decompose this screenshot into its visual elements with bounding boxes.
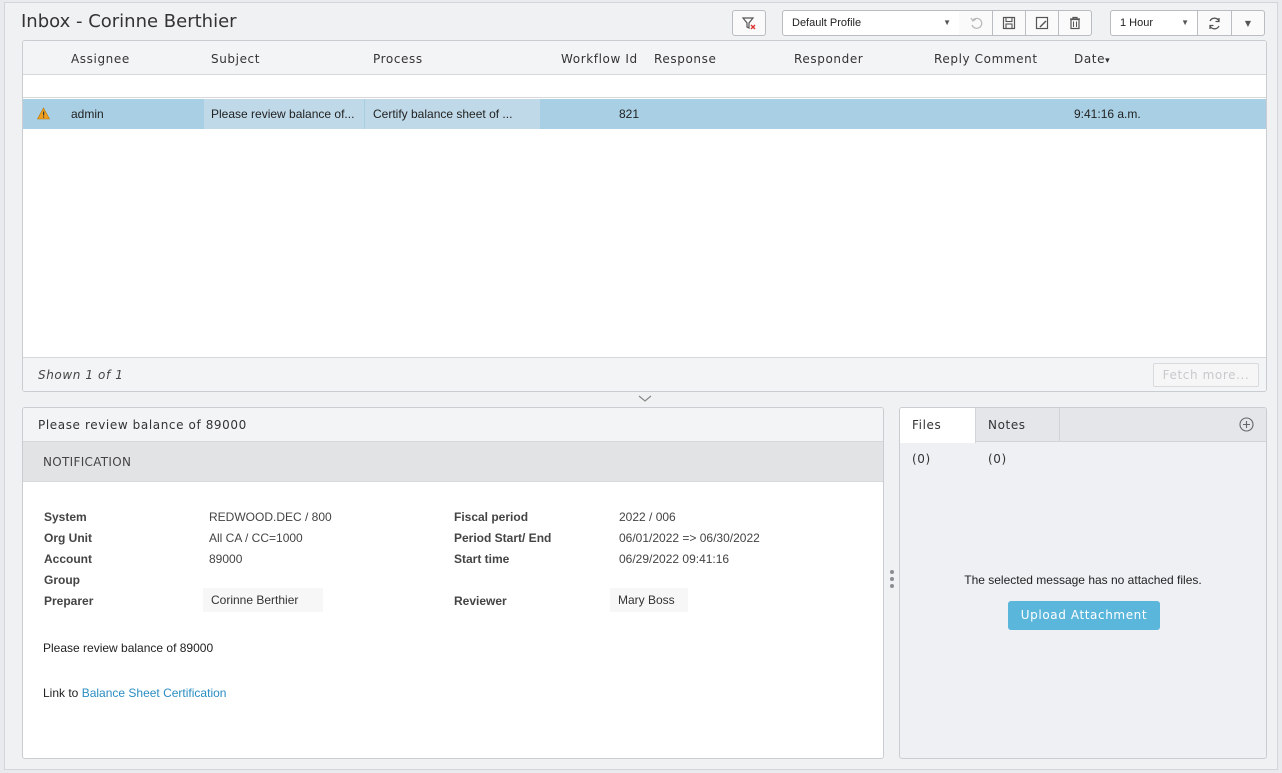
- refresh-button[interactable]: [1197, 10, 1232, 36]
- column-header-process[interactable]: Process: [373, 52, 423, 66]
- fetch-more-button[interactable]: Fetch more...: [1153, 363, 1259, 387]
- cell-subject: Please review balance of...: [204, 99, 364, 129]
- table-row[interactable]: admin Please review balance of... Certif…: [23, 99, 1266, 129]
- message-detail-panel: Please review balance of 89000 NOTIFICAT…: [22, 407, 884, 759]
- reviewer-chip: Mary Boss: [610, 588, 688, 612]
- tab-files[interactable]: Files (0): [900, 408, 976, 466]
- message-body: Please review balance of 89000: [43, 641, 214, 655]
- field-value-fiscal-period: 2022 / 006: [619, 510, 676, 524]
- grid-filter-row[interactable]: [23, 75, 1266, 98]
- field-label-start-time: Start time: [454, 552, 510, 566]
- save-button[interactable]: [992, 10, 1026, 36]
- warning-icon: [37, 99, 51, 129]
- trash-icon: [1070, 16, 1080, 30]
- column-header-reply-comment[interactable]: Reply Comment: [934, 52, 1038, 66]
- save-as-button[interactable]: [1025, 10, 1059, 36]
- field-value-period-start-end: 06/01/2022 => 06/30/2022: [619, 531, 760, 545]
- tab-notes[interactable]: Notes (0): [976, 408, 1060, 466]
- field-label-account: Account: [44, 552, 92, 566]
- save-as-icon: [1035, 16, 1049, 30]
- field-value-account: 89000: [209, 552, 243, 566]
- field-value-start-time: 06/29/2022 09:41:16: [619, 552, 730, 566]
- interval-select-value: 1 Hour: [1120, 17, 1154, 29]
- field-value-system: REDWOOD.DEC / 800: [209, 510, 332, 524]
- upload-attachment-button[interactable]: Upload Attachment: [1008, 601, 1160, 630]
- grid-header: Assignee Subject Process Workflow Id Res…: [23, 41, 1266, 75]
- clear-filter-button[interactable]: [732, 10, 766, 36]
- field-label-reviewer: Reviewer: [454, 594, 507, 608]
- vertical-splitter-grip[interactable]: [890, 570, 896, 591]
- field-label-group: Group: [44, 573, 80, 587]
- column-header-response[interactable]: Response: [654, 52, 716, 66]
- message-link-line: Link to Balance Sheet Certification: [43, 686, 226, 700]
- cell-date: 9:41:16 a.m.: [1074, 107, 1141, 121]
- grid-footer: Shown 1 of 1 Fetch more...: [23, 357, 1266, 391]
- profile-select[interactable]: Default Profile ▼: [782, 10, 960, 36]
- preparer-chip: Corinne Berthier: [203, 588, 323, 612]
- cell-assignee: admin: [71, 107, 104, 121]
- panel-splitter-toggle[interactable]: [637, 393, 653, 407]
- files-notes-panel: Files (0) Notes (0) The selected message…: [899, 407, 1267, 759]
- cell-response: [654, 99, 784, 129]
- field-label-preparer: Preparer: [44, 594, 94, 608]
- add-icon[interactable]: [1239, 417, 1254, 435]
- refresh-icon: [1209, 17, 1220, 29]
- field-value-org-unit: All CA / CC=1000: [209, 531, 303, 545]
- shown-count: Shown 1 of 1: [38, 368, 124, 382]
- interval-select[interactable]: 1 Hour ▼: [1110, 10, 1198, 36]
- chevron-down-icon: [638, 395, 652, 402]
- column-header-subject[interactable]: Subject: [211, 52, 260, 66]
- cell-reply-comment: [934, 99, 1064, 129]
- field-label-org-unit: Org Unit: [44, 531, 92, 545]
- column-header-date[interactable]: Date▾: [1074, 52, 1110, 66]
- save-icon: [1002, 16, 1016, 30]
- field-label-system: System: [44, 510, 87, 524]
- field-label-period-start-end: Period Start/ End: [454, 531, 552, 545]
- chevron-down-icon: ▼: [943, 18, 951, 27]
- column-header-workflow-id[interactable]: Workflow Id: [561, 52, 638, 66]
- column-header-assignee[interactable]: Assignee: [71, 52, 130, 66]
- message-subject-header: Please review balance of 89000: [23, 408, 883, 442]
- chevron-down-icon: ▼: [1244, 18, 1252, 28]
- clear-filter-icon: [741, 17, 756, 30]
- cell-responder: [794, 99, 924, 129]
- undo-button[interactable]: [959, 10, 993, 36]
- inbox-window: Inbox - Corinne Berthier Default Profile…: [4, 2, 1278, 770]
- sort-desc-icon: ▾: [1105, 56, 1111, 66]
- no-files-message: The selected message has no attached fil…: [964, 573, 1202, 587]
- link-prefix: Link to: [43, 686, 82, 700]
- undo-icon: [969, 17, 982, 29]
- inbox-grid: Assignee Subject Process Workflow Id Res…: [22, 40, 1267, 392]
- field-label-fiscal-period: Fiscal period: [454, 510, 529, 524]
- profile-select-value: Default Profile: [792, 17, 862, 29]
- notification-section-title: NOTIFICATION: [23, 442, 883, 482]
- page-title: Inbox - Corinne Berthier: [21, 11, 237, 32]
- delete-profile-button[interactable]: [1058, 10, 1092, 36]
- files-notes-tabs: Files (0) Notes (0): [900, 408, 1266, 466]
- chevron-down-icon: ▼: [1181, 18, 1189, 27]
- column-header-responder[interactable]: Responder: [794, 52, 863, 66]
- cell-process: Certify balance sheet of ...: [365, 99, 540, 129]
- refresh-options-button[interactable]: ▼: [1231, 10, 1265, 36]
- cell-workflow-id: 821: [618, 107, 639, 121]
- column-header-date-label: Date: [1074, 52, 1106, 66]
- balance-sheet-certification-link[interactable]: Balance Sheet Certification: [82, 686, 227, 700]
